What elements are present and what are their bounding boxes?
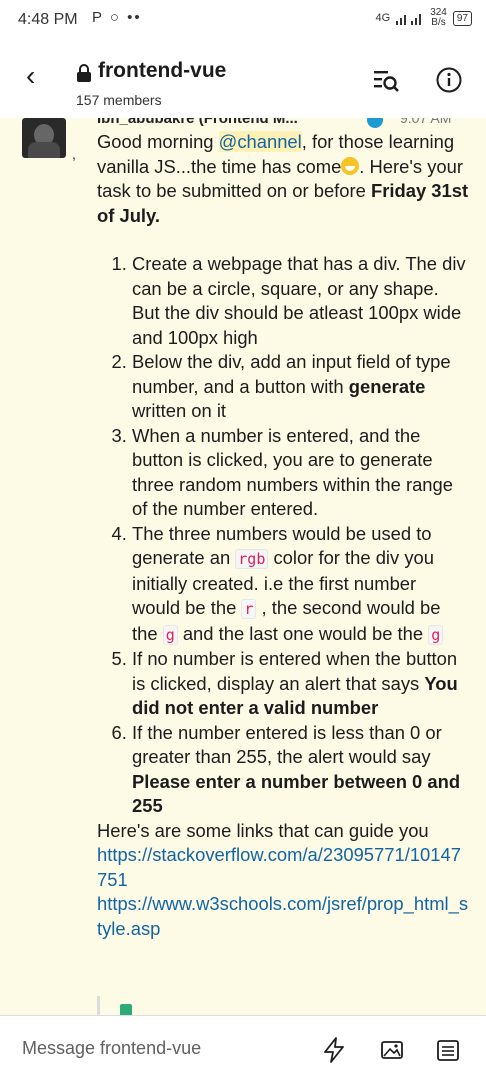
gallery-icon[interactable]: [378, 1036, 406, 1064]
list-item: Create a webpage that has a div. The div…: [132, 252, 469, 350]
channel-mention[interactable]: @channel: [218, 131, 302, 152]
links-intro: Here's are some links that can guide you: [97, 819, 429, 841]
edit-mark: ,: [72, 146, 76, 162]
status-right: 4G 324 B/s 97: [375, 7, 472, 28]
links-section: Here's are some links that can guide you…: [97, 819, 469, 942]
message-intro: Good morning @channel, for those learnin…: [97, 131, 469, 226]
list-item: If no number is entered when the button …: [132, 647, 469, 721]
list-item: Below the div, add an input field of typ…: [132, 350, 469, 424]
channel-title[interactable]: frontend-vue: [98, 59, 226, 83]
lightning-icon[interactable]: [320, 1036, 348, 1064]
message-input[interactable]: Message frontend-vue: [22, 1038, 201, 1059]
link-stackoverflow[interactable]: https://stackoverflow.com/a/23095771/101…: [97, 843, 469, 892]
compose-icon[interactable]: [434, 1036, 462, 1064]
info-icon[interactable]: [436, 67, 462, 93]
list-item: When a number is entered, and the button…: [132, 424, 469, 522]
message-composer[interactable]: Message frontend-vue: [0, 1015, 486, 1081]
status-time: 4:48 PM: [18, 11, 78, 28]
network-label: 4G: [375, 11, 391, 24]
inline-code: g: [428, 624, 444, 645]
verified-badge-icon: [367, 118, 383, 128]
search-messages-icon[interactable]: [372, 68, 400, 94]
message-time: 9:07 AM: [400, 118, 452, 126]
inline-code: g: [162, 624, 178, 645]
battery-icon: 97: [452, 10, 472, 26]
next-message-quote-bar: [97, 996, 100, 1015]
link-w3schools[interactable]: https://www.w3schools.com/jsref/prop_htm…: [97, 892, 469, 941]
status-bar: 4:48 PM P ○ •• 4G 324 B/s 97: [0, 0, 486, 42]
inline-code: r: [241, 599, 257, 619]
lock-icon: [77, 64, 91, 82]
next-message-icon: [120, 1004, 132, 1015]
signal-icon: [396, 14, 422, 25]
grin-emoji-icon: [341, 156, 360, 175]
inline-code: rgb: [235, 549, 269, 569]
status-left-icons: P ○ ••: [92, 9, 142, 26]
list-item: If the number entered is less than 0 or …: [132, 721, 469, 819]
list-item: The three numbers would be used to gener…: [132, 522, 469, 648]
message-body: Good morning @channel, for those learnin…: [97, 130, 469, 941]
message-author[interactable]: Ibn_abubakre (Frontend M...: [97, 118, 367, 126]
task-list: Create a webpage that has a div. The div…: [97, 252, 469, 819]
member-count[interactable]: 157 members: [76, 92, 162, 108]
channel-header: ‹ frontend-vue 157 members: [0, 42, 486, 118]
back-arrow-icon[interactable]: ‹: [26, 62, 35, 90]
net-speed: 324 B/s: [430, 7, 447, 28]
message-list[interactable]: Ibn_abubakre (Frontend M... 9:07 AM , Go…: [0, 118, 486, 1015]
avatar[interactable]: [22, 118, 66, 158]
